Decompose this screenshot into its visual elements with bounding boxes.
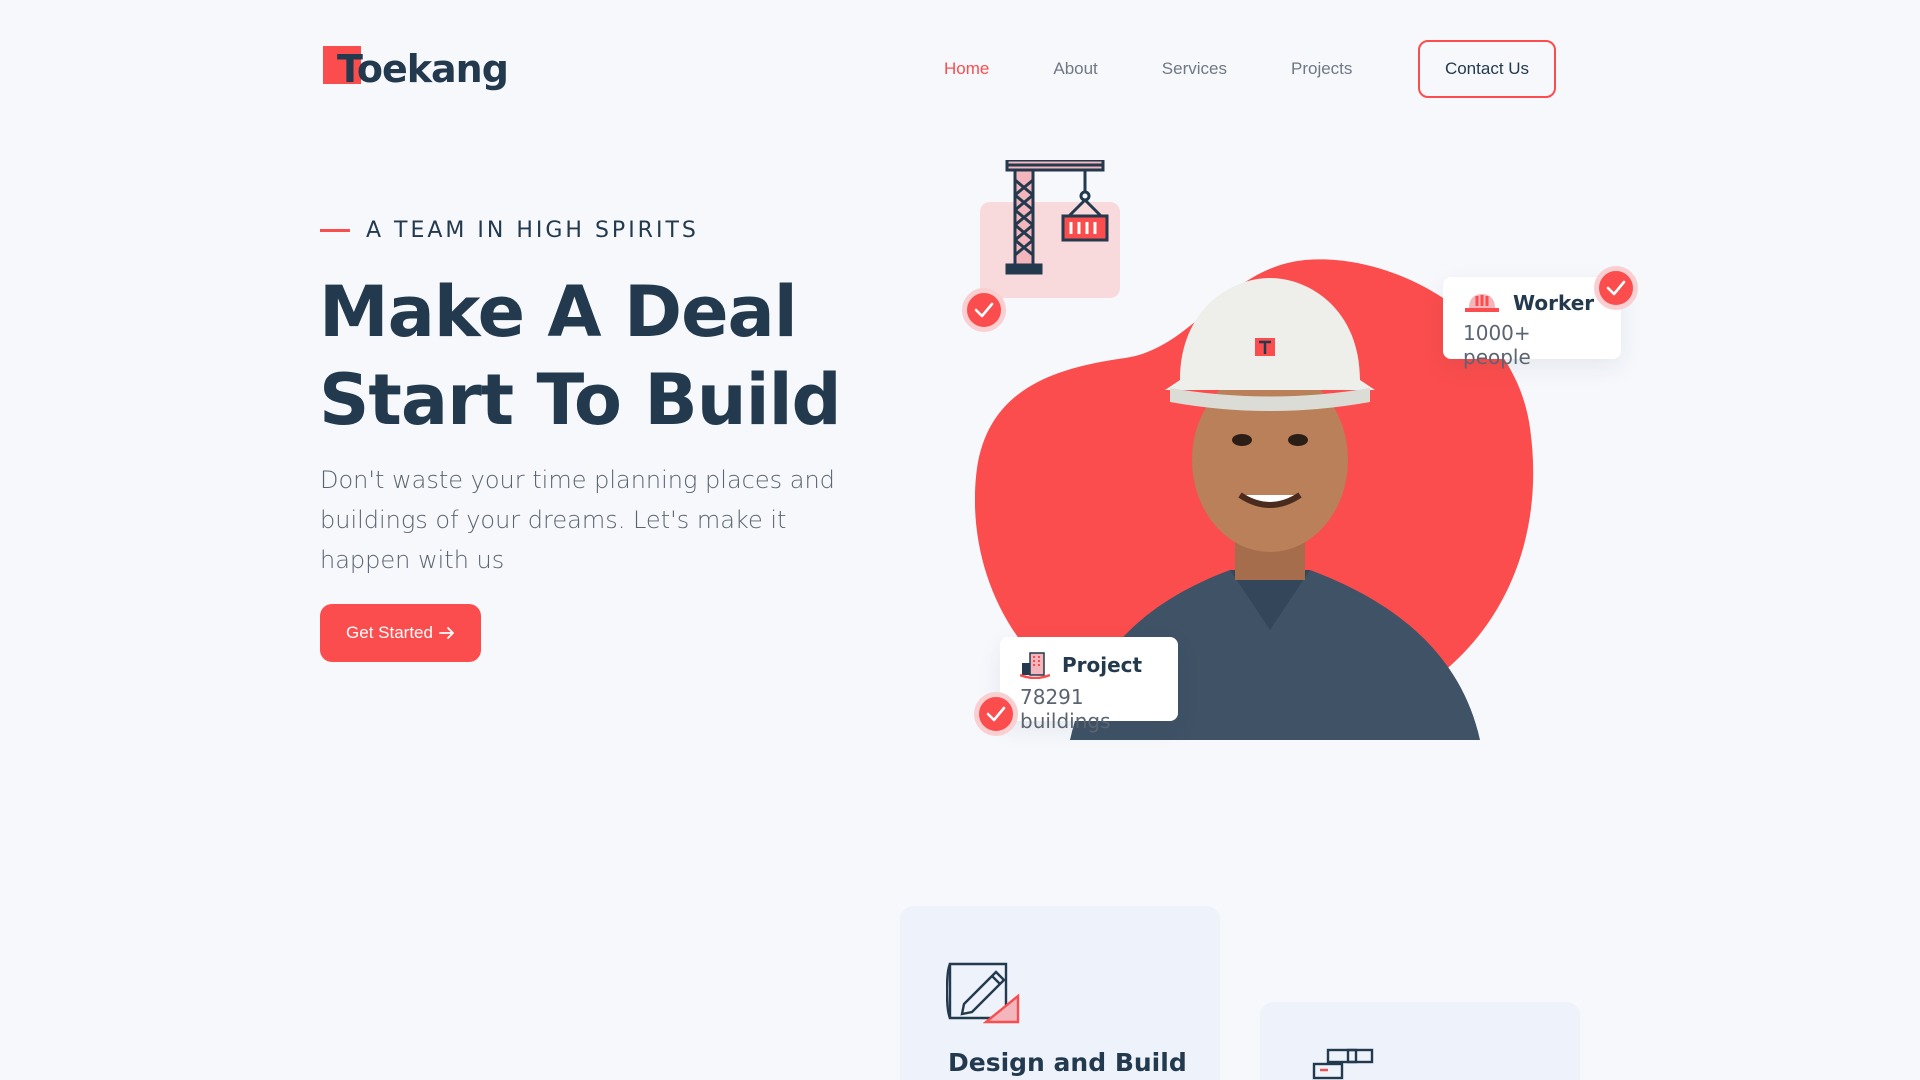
hero-description: Don't waste your time planning places an… [320,466,835,574]
service-card-construction[interactable] [1260,1002,1580,1080]
project-title: Project [1062,653,1143,677]
worker-title: Worker [1513,291,1595,315]
crane-icon [1005,160,1109,275]
eyebrow-text: A TEAM IN HIGH SPIRITS [366,218,699,243]
project-subtitle: 78291 buildings [1020,685,1111,733]
helmet-icon [1465,294,1499,312]
project-stat-card: Project 78291 buildings [1000,637,1178,733]
nav-services[interactable]: Services [1162,59,1227,79]
contact-us-button[interactable]: Contact Us [1418,40,1556,98]
hero-title: Make A Deal Start To Build [319,268,919,444]
nav-about[interactable]: About [1053,59,1097,79]
arrow-right-icon [439,627,454,639]
hero-title-line1: Make A Deal [319,271,798,353]
building-icon [1020,652,1050,679]
eyebrow-line [320,229,350,232]
worker-subtitle: 1000+ people [1463,321,1531,369]
hero-eyebrow: A TEAM IN HIGH SPIRITS [320,218,699,243]
main-nav: Home About Services Projects Contact Us [944,40,1556,98]
logo-name: oekang [356,47,509,91]
brick-icon [1312,1048,1374,1080]
service-title-design: Design and Build [948,1048,1187,1077]
check-icon [1594,266,1638,310]
check-icon [974,692,1018,736]
get-started-button[interactable]: Get Started [320,604,481,662]
logo-letter: T [337,47,358,91]
get-started-label: Get Started [346,623,433,642]
nav-projects[interactable]: Projects [1291,59,1352,79]
blueprint-icon [946,962,1020,1024]
check-icon [962,288,1006,332]
nav-home[interactable]: Home [944,59,989,79]
hero-title-line2: Start To Build [319,359,842,441]
brand-logo[interactable]: Toekang [323,44,509,94]
